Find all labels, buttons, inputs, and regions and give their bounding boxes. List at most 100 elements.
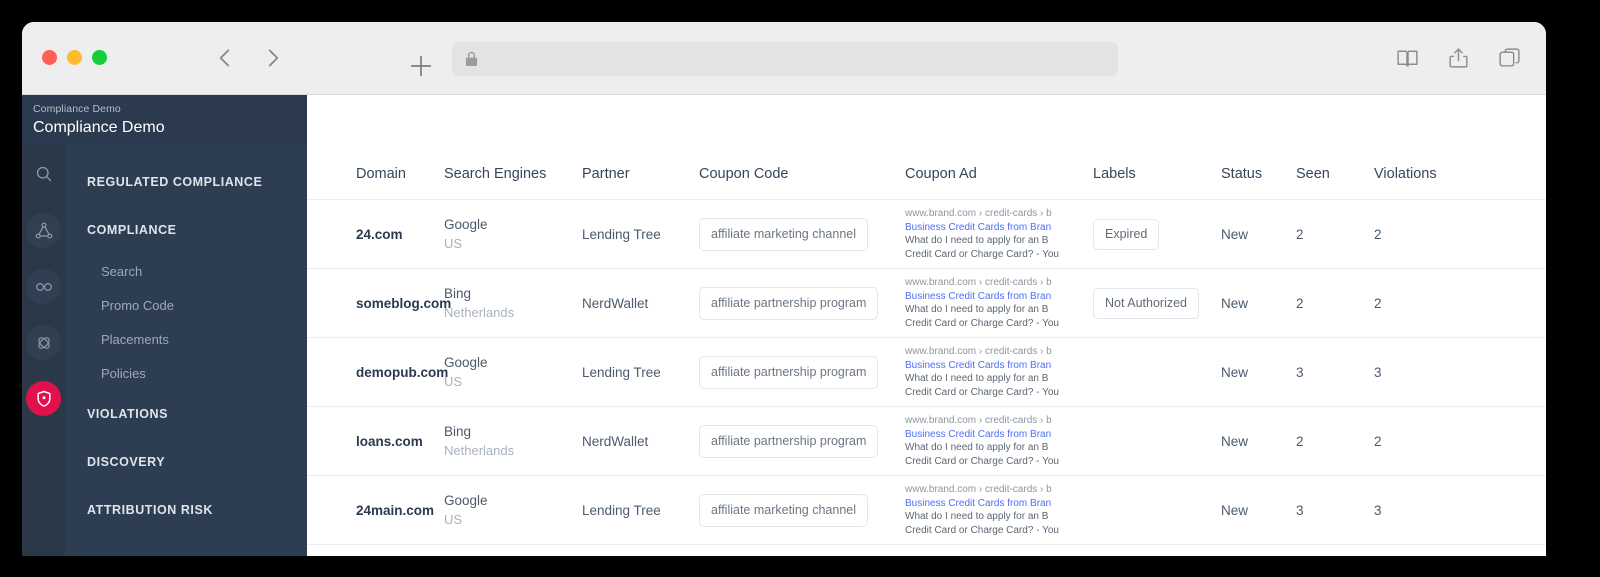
domain-text[interactable]: loans.com [356,434,423,449]
seen-count: 2 [1296,226,1304,242]
atom-icon[interactable] [26,325,61,360]
sidebar-item-violations[interactable]: VIOLATIONS [65,390,307,438]
infinity-icon[interactable] [26,269,61,304]
lock-icon [465,51,478,66]
coupon-code-chip[interactable]: affiliate marketing channel [699,217,868,251]
new-tab-icon[interactable] [407,52,435,80]
column-header-partner[interactable]: Partner [582,165,699,183]
domain-text[interactable]: 24main.com [356,503,434,518]
status-badge[interactable]: Expired [1093,218,1160,250]
navigation-arrows [212,44,286,72]
cell-seen: 2 [1296,226,1374,243]
table-row[interactable]: someblog.com Bing Netherlands NerdWallet aff… [307,269,1546,338]
column-header-coupon-ad[interactable]: Coupon Ad [905,165,1093,183]
maximize-window-button[interactable] [92,50,107,65]
sidebar-item-discovery[interactable]: DISCOVERY [65,438,307,486]
back-icon[interactable] [212,44,238,72]
cell-status: New [1221,226,1296,243]
ad-description-line-1: What do I need to apply for an B [905,304,1049,315]
cell-violations: 2 [1374,295,1474,312]
coupon-ad-preview[interactable]: www.brand.com › credit-cards › b Business… [905,483,1085,537]
column-header-labels[interactable]: Labels [1093,165,1221,183]
browser-toolbar [22,22,1546,95]
coupon-ad-preview[interactable]: www.brand.com › credit-cards › b Business… [905,207,1085,261]
cell-status: New [1221,364,1296,381]
table-row[interactable]: loans.com Bing Netherlands NerdWallet affili… [307,407,1546,476]
ad-description-line-2: Credit Card or Charge Card? - You [905,524,1059,536]
column-header-search-engines[interactable]: Search Engines [444,165,582,183]
sidebar-item-search[interactable]: Search [65,254,307,288]
status-text: New [1221,364,1249,380]
browser-window: Compliance Demo Compliance Demo REGULATE… [22,22,1546,556]
engine-name: Google [444,217,488,232]
sidebar-item-regulated-compliance[interactable]: REGULATED COMPLIANCE [65,158,307,206]
domain-text[interactable]: someblog.com [356,296,451,311]
cell-coupon-code: affiliate partnership program [699,286,905,320]
sidebar: Compliance Demo Compliance Demo REGULATE… [22,95,307,556]
network-nodes-icon[interactable] [26,213,61,248]
coupon-ad-preview[interactable]: www.brand.com › credit-cards › b Business… [905,414,1085,468]
sidebar-item-policies[interactable]: Policies [65,356,307,390]
engine-geo: US [444,236,463,251]
close-window-button[interactable] [42,50,57,65]
table-row[interactable]: 24.com Google US Lending Tree affiliate mark… [307,200,1546,269]
engine-name: Bing [444,286,472,301]
status-badge[interactable]: Not Authorized [1093,287,1199,319]
sidebar-item-promo-code[interactable]: Promo Code [65,288,307,322]
sidebar-item-label: REGULATED COMPLIANCE [87,174,263,189]
cell-search-engine: Google US [444,491,582,529]
column-header-status[interactable]: Status [1221,165,1296,183]
search-icon[interactable] [26,156,61,191]
cell-status: New [1221,433,1296,450]
coupon-code-chip[interactable]: affiliate partnership program [699,286,879,320]
tabs-icon[interactable] [1497,46,1522,71]
sidebar-item-placements[interactable]: Placements [65,322,307,356]
table-row[interactable]: demopub.com Google US Lending Tree affiliate… [307,338,1546,407]
engine-geo: US [444,374,463,389]
cell-search-engine: Bing Netherlands [444,284,582,322]
coupon-ad-preview[interactable]: www.brand.com › credit-cards › b Business… [905,345,1085,399]
coupon-code-chip[interactable]: affiliate partnership program [699,355,879,389]
ad-title-line[interactable]: Business Credit Cards from Bran [905,497,1085,511]
address-bar[interactable] [452,42,1118,76]
cell-labels: Not Authorized [1093,287,1221,319]
workspace-header[interactable]: Compliance Demo Compliance Demo [22,95,307,145]
column-header-violations[interactable]: Violations [1374,165,1474,183]
seen-count: 2 [1296,295,1304,311]
engine-name: Google [444,493,488,508]
cell-coupon-code: affiliate partnership program [699,424,905,458]
book-icon[interactable] [1395,46,1420,71]
ad-title-line[interactable]: Business Credit Cards from Bran [905,221,1085,235]
violations-count: 2 [1374,295,1382,311]
cell-search-engine: Google US [444,353,582,391]
share-icon[interactable] [1446,46,1471,71]
sidebar-item-label: COMPLIANCE [87,222,177,237]
ad-title-line[interactable]: Business Credit Cards from Bran [905,428,1085,442]
ad-description-line-1: What do I need to apply for an B [905,442,1049,453]
ad-title-line[interactable]: Business Credit Cards from Bran [905,359,1085,373]
icon-rail [22,145,65,556]
column-header-seen[interactable]: Seen [1296,165,1374,183]
status-text: New [1221,433,1249,449]
table-row[interactable]: 24main.com Google US Lending Tree affiliate … [307,476,1546,545]
sidebar-item-compliance[interactable]: COMPLIANCE [65,206,307,254]
cell-coupon-ad: www.brand.com › credit-cards › b Business… [905,345,1093,399]
coupon-code-chip[interactable]: affiliate marketing channel [699,493,868,527]
column-header-coupon-code[interactable]: Coupon Code [699,165,905,183]
status-text: New [1221,226,1249,242]
coupon-ad-preview[interactable]: www.brand.com › credit-cards › b Business… [905,276,1085,330]
column-header-domain[interactable]: Domain [307,165,444,183]
coupon-code-chip[interactable]: affiliate partnership program [699,424,879,458]
violations-count: 2 [1374,433,1382,449]
cell-coupon-code: affiliate marketing channel [699,493,905,527]
forward-icon[interactable] [260,44,286,72]
table-body: 24.com Google US Lending Tree affiliate mark… [307,200,1546,545]
ad-title-line[interactable]: Business Credit Cards from Bran [905,290,1085,304]
domain-text[interactable]: demopub.com [356,365,448,380]
domain-text[interactable]: 24.com [356,227,403,242]
minimize-window-button[interactable] [67,50,82,65]
sidebar-item-attribution-risk[interactable]: ATTRIBUTION RISK [65,486,307,534]
shield-icon[interactable] [26,381,61,416]
engine-geo: Netherlands [444,305,515,320]
status-text: New [1221,295,1249,311]
